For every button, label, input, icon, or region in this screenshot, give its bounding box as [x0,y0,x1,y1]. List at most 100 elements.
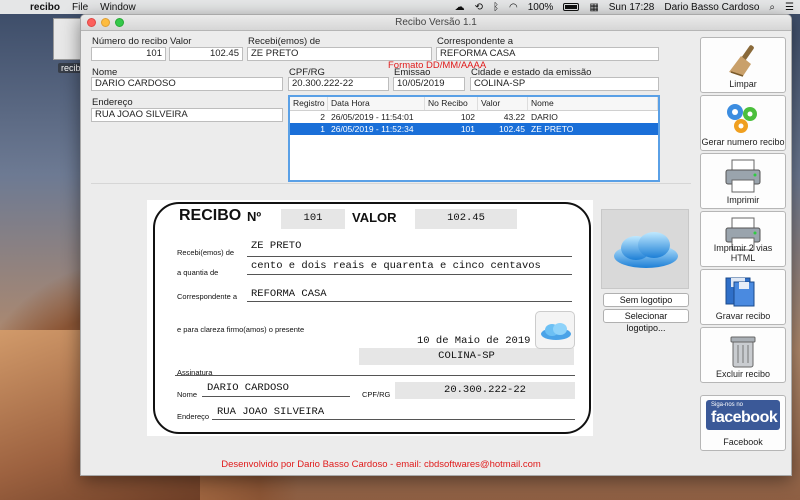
fb-small-text: Siga-nos no [711,402,744,408]
wifi-icon[interactable]: ◠ [509,2,518,13]
receipt-line [202,396,350,397]
receipt-clareza-label: e para clareza firmo(amos) o presente [177,325,305,334]
bluetooth-icon[interactable]: ᛒ [493,2,499,13]
receipt-quantia-label: a quantia de [177,268,219,277]
endereco-field[interactable]: RUA JOAO SILVEIRA [91,108,283,122]
menubar-clock[interactable]: Sun 17:28 [609,2,655,13]
numero-field[interactable]: 101 [91,47,166,61]
receipt-quantia-value: cento e dois reais e quarenta e cinco ce… [251,260,541,272]
gerar-label: Gerar numero recibo [701,137,785,147]
recibos-table[interactable]: Registro Data Hora No Recibo Valor Nome … [288,95,660,182]
cloud-icon [541,323,571,340]
battery-icon[interactable] [563,3,580,11]
imprimir-button[interactable]: Imprimir [700,153,786,209]
gravar-label: Gravar recibo [715,311,771,321]
window-titlebar[interactable]: Recibo Versão 1.1 [81,15,791,31]
battery-percent: 100% [527,1,554,13]
app-window: Recibo Versão 1.1 Número do recibo 101 V… [80,14,792,476]
trash-icon [730,336,756,368]
facebook-button[interactable]: Siga-nos no facebook Facebook [700,395,786,451]
receipt-line [212,419,575,420]
nome-field[interactable]: DARIO CARDOSO [91,77,283,91]
menubar-user[interactable]: Dario Basso Cardoso [664,2,759,13]
cidade-field[interactable]: COLINA-SP [470,77,659,91]
table-header: Registro Data Hora No Recibo Valor Nome [290,97,658,111]
cell-valor: 43.22 [503,112,525,122]
cpf-field[interactable]: 20.300.222-22 [288,77,389,91]
status-area: ☁ ⟲ ᛒ ◠ 100% ▦ Sun 17:28 Dario Basso Car… [455,2,794,13]
flag-icon[interactable]: ▦ [589,2,598,13]
receipt-correspondente-value: REFORMA CASA [251,288,327,300]
receipt-endereco-value: RUA JOAO SILVEIRA [217,406,325,418]
window-title: Recibo Versão 1.1 [395,17,477,28]
table-row[interactable]: 2 26/05/2019 - 11:54:01 102 43.22 DARIO [290,111,658,123]
cell-registro: 1 [320,124,325,134]
gears-icon [727,104,757,133]
col-valor[interactable]: Valor [478,97,528,110]
endereco-label: Endereço [92,97,133,108]
receipt-line [247,256,572,257]
receipt-line [247,274,572,275]
emissao-field[interactable]: 10/05/2019 [393,77,465,91]
receipt-preview: RECIBO Nº 101 VALOR 102.45 Recebi(emos) … [147,200,593,436]
cloud-upload-icon[interactable]: ☁ [455,2,465,13]
limpar-button[interactable]: Limpar [700,37,786,93]
menu-app[interactable]: recibo [30,2,60,13]
col-registro[interactable]: Registro [290,97,328,110]
floppy-disk-icon [725,277,755,307]
receipt-nome-label: Nome [177,390,198,399]
gravar-recibo-button[interactable]: Gravar recibo [700,269,786,325]
zoom-button[interactable] [115,18,124,27]
receipt-line [247,301,572,302]
receipt-cpf-value: 20.300.222-22 [395,382,575,399]
facebook-label: Facebook [723,437,763,447]
gerar-numero-button[interactable]: Gerar numero recibo [700,95,786,151]
col-nome[interactable]: Nome [528,97,658,110]
cell-data-hora: 26/05/2019 - 11:54:01 [331,112,414,122]
cell-nome: DARIO [531,112,558,122]
cell-nome: ZE PRETO [531,124,574,134]
cell-registro: 2 [320,112,325,122]
limpar-label: Limpar [729,79,757,89]
cell-no-recibo: 101 [460,124,475,134]
menu-window[interactable]: Window [100,2,136,13]
receipt-logo [535,311,575,349]
receipt-numero: 101 [281,209,345,229]
cloud-icon [614,232,678,268]
time-machine-icon[interactable]: ⟲ [475,2,483,13]
minimize-button[interactable] [101,18,110,27]
sem-logotipo-button[interactable]: Sem logotipo [603,293,689,307]
receipt-title: RECIBO [179,207,242,224]
printer-icon [725,159,761,193]
imprimir-2vias-button[interactable]: Imprimir 2 vias HTML [700,211,786,267]
valor-label: Valor [170,36,192,47]
selecionar-logotipo-button[interactable]: Selecionar logotipo... [603,309,689,333]
broom-icon [729,45,754,77]
correspondente-label: Correspondente a [437,36,514,47]
valor-field[interactable]: 102.45 [169,47,243,61]
imprimir2-label: Imprimir 2 vias HTML [713,243,773,263]
receipt-recebi-label: Recebi(emos) de [177,248,235,257]
notification-center-icon[interactable]: ☰ [785,2,794,13]
cell-no-recibo: 102 [460,112,475,122]
correspondente-field[interactable]: REFORMA CASA [436,47,659,61]
receipt-correspondente-label: Correspondente a [177,292,238,301]
receipt-cpf-label: CPF/RG [362,390,391,399]
col-no-recibo[interactable]: No Recibo [425,97,478,110]
logo-preview[interactable] [601,209,689,289]
col-data-hora[interactable]: Data Hora [328,97,425,110]
close-button[interactable] [87,18,96,27]
receipt-frame [153,202,591,434]
menu-file[interactable]: File [72,2,88,13]
footer-credit: Desenvolvido por Dario Basso Cardoso - e… [221,459,541,470]
receipt-line [175,375,575,376]
separator [91,183,691,184]
excluir-recibo-button[interactable]: Excluir recibo [700,327,786,383]
table-row-selected[interactable]: 1 26/05/2019 - 11:52:34 101 102.45 ZE PR… [290,123,658,135]
receipt-valor: 102.45 [415,209,517,229]
search-icon[interactable]: ⌕ [769,2,775,13]
cell-data-hora: 26/05/2019 - 11:52:34 [331,124,414,134]
recebi-field[interactable]: ZE PRETO [247,47,432,61]
receipt-numero-sign: Nº [247,209,262,224]
receipt-endereco-label: Endereço [177,412,210,421]
